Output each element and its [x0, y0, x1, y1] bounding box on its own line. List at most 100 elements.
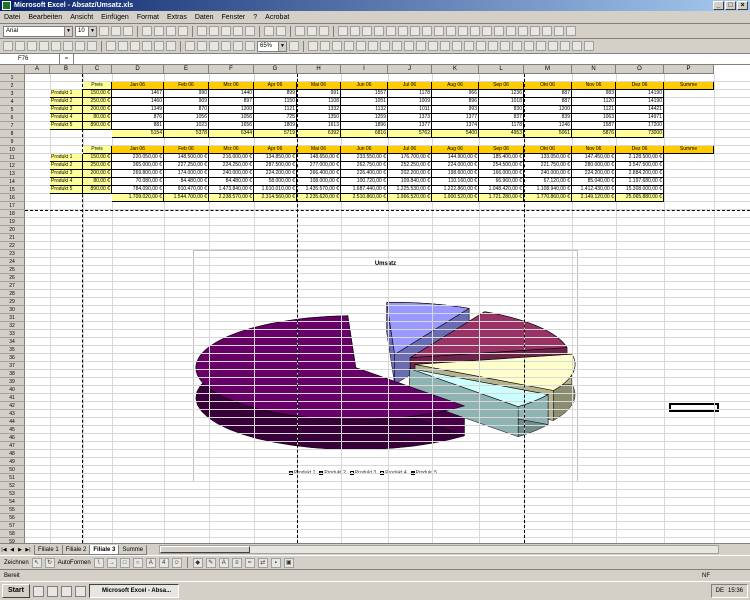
table-cell[interactable]: 966 — [432, 90, 479, 98]
b22-icon[interactable] — [560, 41, 570, 51]
table-cell[interactable]: 14190 — [616, 90, 664, 98]
table-cell[interactable]: Summe — [664, 82, 714, 90]
row-header[interactable]: 51 — [0, 474, 25, 482]
table-cell[interactable]: Jul 06 — [388, 82, 432, 90]
table-cell[interactable]: 150,00 € — [83, 154, 112, 162]
table-cell[interactable]: 1120 — [572, 98, 616, 106]
dec-inc-icon[interactable] — [233, 26, 243, 36]
a3-icon[interactable] — [362, 26, 372, 36]
row-header[interactable]: 22 — [0, 242, 25, 250]
table-cell[interactable]: 200,00 € — [83, 170, 112, 178]
table-cell[interactable]: 1178 — [479, 122, 524, 130]
row-header[interactable]: 10 — [0, 146, 25, 154]
spell-icon[interactable] — [87, 41, 97, 51]
start-button[interactable]: Start — [2, 584, 30, 598]
textbox-icon[interactable]: A — [145, 557, 156, 568]
table-cell[interactable]: 254.500,00 € — [479, 162, 524, 170]
table-cell[interactable]: 1377 — [432, 114, 479, 122]
table-cell[interactable]: 224.000,00 € — [432, 162, 479, 170]
table-cell[interactable]: 15.308.000,00 € — [616, 186, 664, 194]
table-cell[interactable]: Produkt 5 — [50, 122, 83, 130]
sort-desc-icon[interactable] — [221, 41, 231, 51]
table-cell[interactable]: 725 — [254, 114, 297, 122]
table-cell[interactable]: 1.412.430,00 € — [572, 186, 616, 194]
currency-icon[interactable] — [197, 26, 207, 36]
col-header[interactable]: E — [164, 65, 209, 74]
table-cell[interactable]: 890,00 € — [83, 122, 112, 130]
fx-icon[interactable]: = — [60, 54, 74, 64]
menu-item-5[interactable]: Extras — [167, 14, 187, 21]
col-header[interactable]: O — [616, 65, 664, 74]
pie-chart[interactable]: Umsatz Produkt 1Produkt 2Produkt 3Produk… — [193, 250, 578, 482]
row-header[interactable]: 46 — [0, 434, 25, 442]
thousands-icon[interactable] — [221, 26, 231, 36]
table-cell[interactable]: 1.900.520,00 € — [432, 194, 479, 202]
table-cell[interactable]: Dez 06 — [616, 146, 664, 154]
table-cell[interactable]: 216.000,00 € — [209, 154, 254, 162]
table-cell[interactable]: 80,00 € — [83, 178, 112, 186]
table-cell[interactable]: 1.721.280,00 € — [479, 194, 524, 202]
table-cell[interactable]: Jun 06 — [341, 82, 388, 90]
row-header[interactable]: 44 — [0, 418, 25, 426]
row-header[interactable]: 11 — [0, 154, 25, 162]
table-cell[interactable]: Sep 06 — [479, 82, 524, 90]
table-cell[interactable]: 2.884.200,00 € — [616, 170, 664, 178]
a6-icon[interactable] — [398, 26, 408, 36]
table-cell[interactable]: 1009 — [388, 98, 432, 106]
menu-item-7[interactable]: Fenster — [222, 14, 246, 21]
redo-icon[interactable] — [166, 41, 176, 51]
b1-icon[interactable] — [308, 41, 318, 51]
b23-icon[interactable] — [572, 41, 582, 51]
col-header[interactable]: D — [112, 65, 164, 74]
row-header[interactable]: 14 — [0, 178, 25, 186]
font-color-icon[interactable]: A — [218, 557, 229, 568]
row-header[interactable]: 29 — [0, 298, 25, 306]
next-sheet-icon[interactable]: ▶ — [16, 546, 24, 554]
line-style-icon[interactable]: ≡ — [231, 557, 242, 568]
table-cell[interactable]: 84.480,00 € — [209, 178, 254, 186]
table-cell[interactable]: 887 — [524, 90, 572, 98]
row-header[interactable]: 47 — [0, 442, 25, 450]
open-icon[interactable] — [15, 41, 25, 51]
table-cell[interactable]: 2.149.120,00 € — [572, 194, 616, 202]
row-header[interactable]: 34 — [0, 338, 25, 346]
table-cell[interactable]: 14190 — [616, 98, 664, 106]
table-cell[interactable]: 899 — [254, 90, 297, 98]
table-cell[interactable]: Feb 06 — [164, 82, 209, 90]
table-cell[interactable]: 1374 — [432, 122, 479, 130]
quicklaunch-excel-icon[interactable] — [74, 585, 86, 597]
table-cell[interactable]: Apr 06 — [254, 82, 297, 90]
wordart-icon[interactable]: 4 — [158, 557, 169, 568]
b17-icon[interactable] — [500, 41, 510, 51]
table-cell[interactable]: 1.197.680,00 € — [616, 178, 664, 186]
sheet-tab[interactable]: Filiale 3 — [89, 544, 120, 555]
table-cell[interactable]: 25.065.880,00 € — [616, 194, 664, 202]
table-cell[interactable]: 1200 — [209, 106, 254, 114]
row-header[interactable]: 32 — [0, 322, 25, 330]
row-header[interactable]: 24 — [0, 258, 25, 266]
row-header[interactable]: 42 — [0, 402, 25, 410]
table-cell[interactable]: Produkt 1 — [50, 90, 83, 98]
bold-icon[interactable] — [99, 26, 109, 36]
dec-dec-icon[interactable] — [245, 26, 255, 36]
table-cell[interactable]: 1259 — [341, 114, 388, 122]
row-header[interactable]: 28 — [0, 290, 25, 298]
table-cell[interactable]: 1.770.860,00 € — [524, 194, 572, 202]
menu-item-8[interactable]: ? — [253, 14, 257, 21]
table-cell[interactable]: 881 — [112, 122, 164, 130]
table-cell[interactable]: 221.750,00 € — [524, 162, 572, 170]
table-cell[interactable]: 1896 — [341, 122, 388, 130]
table-cell[interactable]: 1011 — [388, 106, 432, 114]
b10-icon[interactable] — [416, 41, 426, 51]
selected-cell[interactable] — [669, 403, 719, 412]
drawing-icon[interactable] — [245, 41, 255, 51]
table-cell[interactable]: 224.200,00 € — [254, 170, 297, 178]
table-cell[interactable]: 1121 — [254, 106, 297, 114]
minimize-button[interactable]: _ — [713, 1, 724, 10]
table-cell[interactable]: 993 — [432, 106, 479, 114]
undo-icon[interactable] — [154, 41, 164, 51]
row-header[interactable]: 25 — [0, 266, 25, 274]
table-cell[interactable]: 148.650,00 € — [297, 154, 341, 162]
rectangle-icon[interactable]: □ — [119, 557, 130, 568]
table-cell[interactable]: 144.900,00 € — [432, 154, 479, 162]
